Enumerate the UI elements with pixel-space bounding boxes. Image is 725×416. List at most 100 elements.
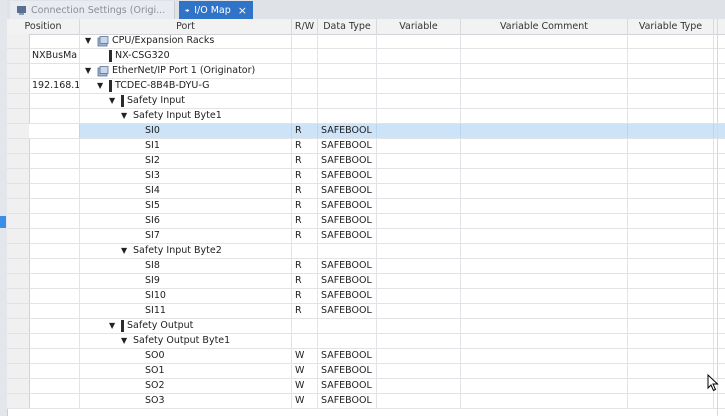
variable-type-cell[interactable] [628, 139, 714, 153]
port-cell[interactable]: SO0 [80, 349, 292, 363]
port-cell[interactable]: SI2 [80, 154, 292, 168]
table-row[interactable]: SI1 R SAFEBOOL [7, 139, 725, 154]
variable-cell[interactable] [377, 154, 461, 168]
variable-comment-cell[interactable] [461, 109, 628, 123]
row-header[interactable] [7, 229, 30, 243]
port-cell[interactable]: SO2 [80, 379, 292, 393]
variable-cell[interactable] [377, 184, 461, 198]
port-cell[interactable]: SI1 [80, 139, 292, 153]
table-row[interactable]: ▼ Safety Input Byte2 [7, 244, 725, 259]
col-port[interactable]: Port [80, 19, 292, 34]
variable-comment-cell[interactable] [461, 34, 628, 48]
variable-comment-cell[interactable] [461, 94, 628, 108]
table-row[interactable]: SI7 R SAFEBOOL [7, 229, 725, 244]
port-cell[interactable]: SI3 [80, 169, 292, 183]
variable-cell[interactable] [377, 274, 461, 288]
variable-type-cell[interactable] [628, 349, 714, 363]
variable-comment-cell[interactable] [461, 49, 628, 63]
row-header[interactable] [7, 289, 30, 303]
variable-type-cell[interactable] [628, 394, 714, 408]
variable-cell[interactable] [377, 79, 461, 93]
variable-type-cell[interactable] [628, 304, 714, 318]
variable-type-cell[interactable] [628, 154, 714, 168]
table-row[interactable]: ▼ EtherNet/IP Port 1 (Originator) [7, 64, 725, 79]
port-cell[interactable]: NX-CSG320 [80, 49, 292, 63]
variable-type-cell[interactable] [628, 244, 714, 258]
table-row[interactable]: SI11 R SAFEBOOL [7, 304, 725, 319]
variable-comment-cell[interactable] [461, 304, 628, 318]
variable-cell[interactable] [377, 214, 461, 228]
variable-cell[interactable] [377, 289, 461, 303]
table-row[interactable]: SI9 R SAFEBOOL [7, 274, 725, 289]
port-cell[interactable]: SI6 [80, 214, 292, 228]
variable-comment-cell[interactable] [461, 274, 628, 288]
port-cell[interactable]: SI9 [80, 274, 292, 288]
row-header[interactable] [7, 259, 30, 273]
variable-type-cell[interactable] [628, 364, 714, 378]
table-row[interactable]: SO1 W SAFEBOOL [7, 364, 725, 379]
table-row[interactable]: SI6 R SAFEBOOL [7, 214, 725, 229]
table-row[interactable]: 192.168.1 ▼ TCDEC-8B4B-DYU-G [7, 79, 725, 94]
variable-cell[interactable] [377, 139, 461, 153]
variable-comment-cell[interactable] [461, 289, 628, 303]
variable-cell[interactable] [377, 124, 461, 138]
chevron-down-icon[interactable]: ▼ [85, 64, 94, 78]
variable-type-cell[interactable] [628, 169, 714, 183]
row-header[interactable] [7, 94, 30, 108]
table-row[interactable]: SI5 R SAFEBOOL [7, 199, 725, 214]
row-header[interactable] [7, 334, 30, 348]
variable-type-cell[interactable] [628, 79, 714, 93]
port-cell[interactable]: SI4 [80, 184, 292, 198]
variable-comment-cell[interactable] [461, 379, 628, 393]
port-cell[interactable]: SI10 [80, 289, 292, 303]
col-position[interactable]: Position [7, 19, 80, 34]
variable-type-cell[interactable] [628, 274, 714, 288]
close-icon[interactable]: × [238, 4, 247, 17]
variable-cell[interactable] [377, 259, 461, 273]
variable-type-cell[interactable] [628, 34, 714, 48]
chevron-down-icon[interactable]: ▼ [121, 109, 130, 123]
table-row[interactable]: ▼ CPU/Expansion Racks [7, 34, 725, 49]
row-header[interactable] [7, 394, 30, 408]
chevron-down-icon[interactable]: ▼ [109, 319, 118, 333]
variable-comment-cell[interactable] [461, 64, 628, 78]
row-header[interactable] [7, 64, 30, 78]
variable-type-cell[interactable] [628, 334, 714, 348]
variable-cell[interactable] [377, 64, 461, 78]
col-variable[interactable]: Variable [377, 19, 461, 34]
variable-cell[interactable] [377, 244, 461, 258]
col-rw[interactable]: R/W [292, 19, 318, 34]
row-header[interactable] [7, 199, 30, 213]
variable-type-cell[interactable] [628, 379, 714, 393]
variable-comment-cell[interactable] [461, 334, 628, 348]
col-variable-type[interactable]: Variable Type [628, 19, 714, 34]
port-cell[interactable]: SI7 [80, 229, 292, 243]
port-cell[interactable]: ▼ Safety Input [80, 94, 292, 108]
variable-cell[interactable] [377, 319, 461, 333]
variable-type-cell[interactable] [628, 64, 714, 78]
variable-type-cell[interactable] [628, 184, 714, 198]
table-row[interactable]: SI8 R SAFEBOOL [7, 259, 725, 274]
port-cell[interactable]: ▼ Safety Output Byte1 [80, 334, 292, 348]
port-cell[interactable]: SO3 [80, 394, 292, 408]
variable-cell[interactable] [377, 364, 461, 378]
row-header[interactable] [7, 379, 30, 393]
table-row[interactable]: SI4 R SAFEBOOL [7, 184, 725, 199]
variable-cell[interactable] [377, 304, 461, 318]
chevron-down-icon[interactable]: ▼ [85, 34, 94, 48]
variable-cell[interactable] [377, 169, 461, 183]
variable-comment-cell[interactable] [461, 169, 628, 183]
chevron-down-icon[interactable]: ▼ [121, 334, 130, 348]
variable-type-cell[interactable] [628, 199, 714, 213]
col-variable-comment[interactable]: Variable Comment [461, 19, 628, 34]
variable-type-cell[interactable] [628, 229, 714, 243]
chevron-down-icon[interactable]: ▼ [109, 94, 118, 108]
variable-type-cell[interactable] [628, 289, 714, 303]
row-header[interactable] [7, 169, 30, 183]
row-header[interactable] [7, 304, 30, 318]
variable-type-cell[interactable] [628, 319, 714, 333]
port-cell[interactable]: ▼ Safety Input Byte2 [80, 244, 292, 258]
table-row[interactable]: SI3 R SAFEBOOL [7, 169, 725, 184]
variable-comment-cell[interactable] [461, 319, 628, 333]
variable-comment-cell[interactable] [461, 199, 628, 213]
